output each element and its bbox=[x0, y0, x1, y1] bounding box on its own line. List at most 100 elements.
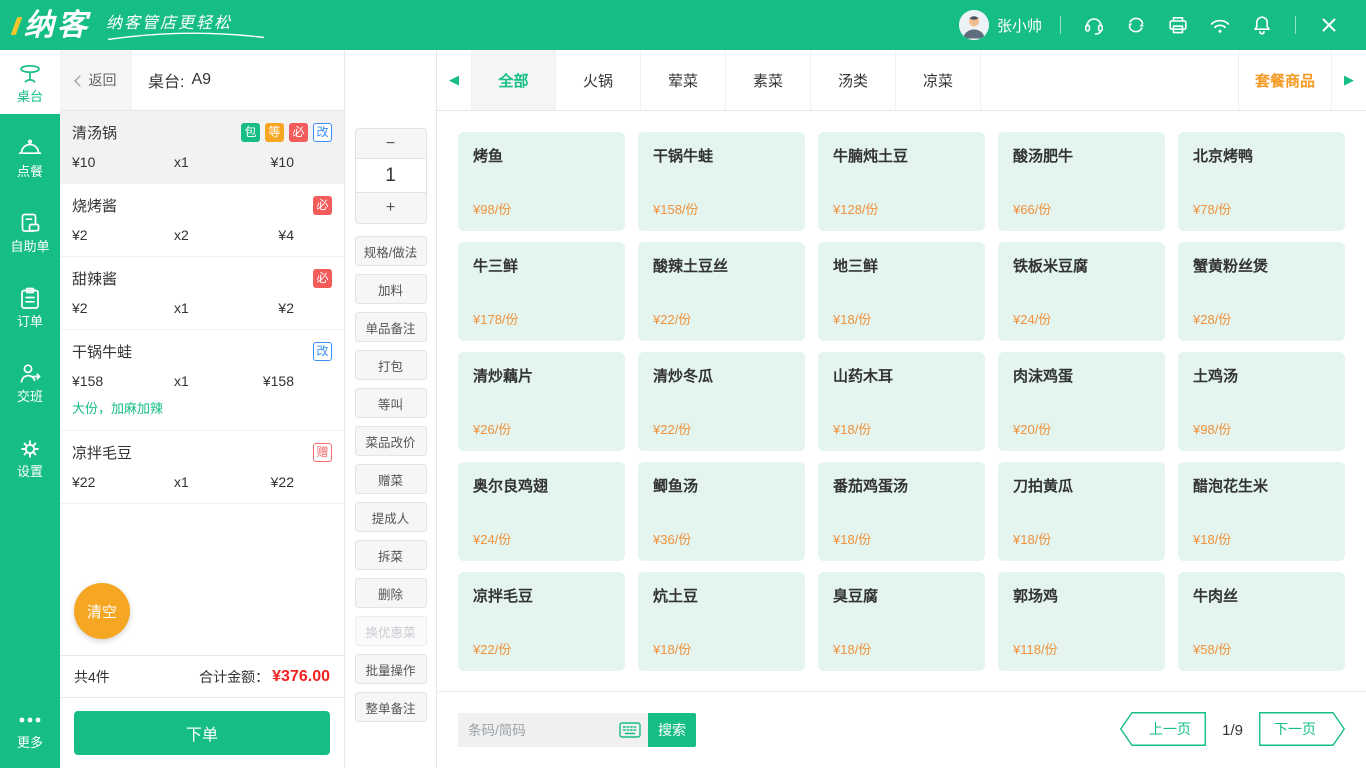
action-button[interactable]: 提成人 bbox=[354, 502, 427, 532]
menu-item-name: 地三鲜 bbox=[833, 258, 879, 275]
menu-item-card[interactable]: 鲫鱼汤 ¥36/份 bbox=[638, 462, 805, 561]
close-icon[interactable] bbox=[1318, 14, 1340, 36]
menu-item-card[interactable]: 炕土豆 ¥18/份 bbox=[638, 572, 805, 671]
order-item-row[interactable]: 清汤锅 包等必改 ¥10 x1 ¥10 bbox=[60, 111, 344, 184]
top-bar: 纳客 纳客管店更轻松 张小帅 bbox=[0, 0, 1366, 50]
menu-item-name: 蟹黄粉丝煲 bbox=[1193, 258, 1269, 275]
next-page-label: 下一页 bbox=[1274, 721, 1316, 737]
order-item-price-row: ¥2 x1 ¥2 bbox=[72, 300, 332, 316]
menu-item-card[interactable]: 郭场鸡 ¥118/份 bbox=[998, 572, 1165, 671]
menu-item-card[interactable]: 番茄鸡蛋汤 ¥18/份 bbox=[818, 462, 985, 561]
menu-item-card[interactable]: 清炒藕片 ¥26/份 bbox=[458, 352, 625, 451]
customer-service-icon[interactable] bbox=[1083, 14, 1105, 36]
qty-minus-button[interactable]: − bbox=[355, 129, 426, 159]
menu-item-card[interactable]: 凉拌毛豆 ¥22/份 bbox=[458, 572, 625, 671]
sidebar-item-more[interactable]: 更多 bbox=[0, 696, 60, 760]
sidebar-item-orders[interactable]: 订单 bbox=[0, 275, 60, 339]
combo-products-tab[interactable]: 套餐商品 bbox=[1237, 50, 1332, 110]
menu-item-price: ¥36/份 bbox=[653, 532, 692, 547]
category-tab[interactable]: 汤类 bbox=[811, 50, 896, 110]
table-number: A9 bbox=[191, 71, 212, 88]
qty-plus-button[interactable]: + bbox=[355, 193, 426, 223]
category-scroll-right-icon[interactable]: ▶ bbox=[1332, 50, 1366, 110]
logo-accent bbox=[10, 17, 23, 35]
menu-item-card[interactable]: 铁板米豆腐 ¥24/份 bbox=[998, 242, 1165, 341]
menu-item-name: 炕土豆 bbox=[653, 588, 699, 605]
action-button[interactable]: 打包 bbox=[354, 350, 427, 380]
action-button[interactable]: 单品备注 bbox=[354, 312, 427, 342]
menu-item-name: 干锅牛蛙 bbox=[653, 148, 714, 165]
order-item-badge-orange: 等 bbox=[265, 123, 284, 142]
order-item-badge-red: 必 bbox=[313, 269, 332, 288]
menu-item-price: ¥26/份 bbox=[473, 422, 512, 437]
clear-order-button[interactable]: 清空 bbox=[74, 583, 130, 639]
menu-item-card[interactable]: 地三鲜 ¥18/份 bbox=[818, 242, 985, 341]
order-item-badge-green: 包 bbox=[241, 123, 260, 142]
order-item-badges: 必 bbox=[308, 269, 332, 288]
back-button[interactable]: 返回 bbox=[60, 50, 132, 110]
menu-item-card[interactable]: 土鸡汤 ¥98/份 bbox=[1178, 352, 1345, 451]
menu-item-card[interactable]: 肉沫鸡蛋 ¥20/份 bbox=[998, 352, 1165, 451]
category-tab[interactable]: 荤菜 bbox=[641, 50, 726, 110]
menu-item-card[interactable]: 刀拍黄瓜 ¥18/份 bbox=[998, 462, 1165, 561]
action-button[interactable]: 菜品改价 bbox=[354, 426, 427, 456]
menu-item-card[interactable]: 臭豆腐 ¥18/份 bbox=[818, 572, 985, 671]
printer-icon[interactable] bbox=[1167, 14, 1189, 36]
menu-item-card[interactable]: 北京烤鸭 ¥78/份 bbox=[1178, 132, 1345, 231]
sidebar-item-order-food[interactable]: 点餐 bbox=[0, 125, 60, 189]
sync-icon[interactable] bbox=[1125, 14, 1147, 36]
menu-item-price: ¥24/份 bbox=[473, 532, 512, 547]
keyboard-icon[interactable] bbox=[612, 713, 648, 747]
order-item-row[interactable]: 烧烤酱 必 ¥2 x2 ¥4 bbox=[60, 184, 344, 257]
action-button[interactable]: 删除 bbox=[354, 578, 427, 608]
wifi-icon[interactable] bbox=[1209, 14, 1231, 36]
category-tab[interactable]: 全部 bbox=[471, 50, 556, 110]
order-item-row[interactable]: 干锅牛蛙 改 ¥158 x1 ¥158 大份，加麻加辣 bbox=[60, 330, 344, 431]
menu-item-card[interactable]: 蟹黄粉丝煲 ¥28/份 bbox=[1178, 242, 1345, 341]
sidebar-item-self-service[interactable]: 自助单 bbox=[0, 200, 60, 264]
menu-item-card[interactable]: 酸汤肥牛 ¥66/份 bbox=[998, 132, 1165, 231]
action-button[interactable]: 等叫 bbox=[354, 388, 427, 418]
menu-item-card[interactable]: 奥尔良鸡翅 ¥24/份 bbox=[458, 462, 625, 561]
user-account[interactable]: 张小帅 bbox=[958, 10, 1042, 40]
menu-item-card[interactable]: 酸辣土豆丝 ¥22/份 bbox=[638, 242, 805, 341]
menu-item-price: ¥178/份 bbox=[473, 312, 519, 327]
menu-item-card[interactable]: 烤鱼 ¥98/份 bbox=[458, 132, 625, 231]
prev-page-button[interactable]: 上一页 bbox=[1120, 711, 1207, 749]
qty-value: 1 bbox=[355, 159, 426, 193]
next-page-button[interactable]: 下一页 bbox=[1259, 711, 1346, 749]
menu-item-card[interactable]: 清炒冬瓜 ¥22/份 bbox=[638, 352, 805, 451]
action-button[interactable]: 批量操作 bbox=[354, 654, 427, 684]
search-input[interactable] bbox=[458, 713, 612, 747]
menu-item-card[interactable]: 山药木耳 ¥18/份 bbox=[818, 352, 985, 451]
sidebar-item-shift[interactable]: 交班 bbox=[0, 350, 60, 414]
menu-item-price: ¥158/份 bbox=[653, 202, 699, 217]
category-scroll-left-icon[interactable]: ◀ bbox=[437, 50, 471, 110]
menu-item-card[interactable]: 醋泡花生米 ¥18/份 bbox=[1178, 462, 1345, 561]
search-button[interactable]: 搜索 bbox=[648, 713, 696, 747]
order-item-qty: x1 bbox=[174, 154, 189, 170]
action-button[interactable]: 整单备注 bbox=[354, 692, 427, 722]
category-tab[interactable]: 素菜 bbox=[726, 50, 811, 110]
menu-item-card[interactable]: 干锅牛蛙 ¥158/份 bbox=[638, 132, 805, 231]
sidebar-item-settings[interactable]: 设置 bbox=[0, 425, 60, 489]
order-item-name: 烧烤酱 bbox=[72, 198, 118, 215]
gear-icon bbox=[21, 440, 39, 458]
action-button[interactable]: 赠菜 bbox=[354, 464, 427, 494]
sidebar-item-tables[interactable]: 桌台 bbox=[0, 50, 60, 114]
category-tab[interactable]: 火锅 bbox=[556, 50, 641, 110]
menu-item-card[interactable]: 牛腩炖土豆 ¥128/份 bbox=[818, 132, 985, 231]
order-item-qty: x1 bbox=[174, 474, 189, 490]
category-tab[interactable]: 凉菜 bbox=[896, 50, 981, 110]
notification-bell-icon[interactable] bbox=[1251, 14, 1273, 36]
menu-item-card[interactable]: 牛三鲜 ¥178/份 bbox=[458, 242, 625, 341]
order-item-row[interactable]: 凉拌毛豆 赠 ¥22 x1 ¥22 bbox=[60, 431, 344, 504]
menu-item-card[interactable]: 牛肉丝 ¥58/份 bbox=[1178, 572, 1345, 671]
order-item-badge-red: 必 bbox=[289, 123, 308, 142]
menu-item-name: 郭场鸡 bbox=[1013, 588, 1059, 605]
action-button[interactable]: 加料 bbox=[354, 274, 427, 304]
place-order-button[interactable]: 下单 bbox=[74, 711, 330, 755]
action-button[interactable]: 规格/做法 bbox=[354, 236, 427, 266]
order-item-row[interactable]: 甜辣酱 必 ¥2 x1 ¥2 bbox=[60, 257, 344, 330]
action-button[interactable]: 拆菜 bbox=[354, 540, 427, 570]
